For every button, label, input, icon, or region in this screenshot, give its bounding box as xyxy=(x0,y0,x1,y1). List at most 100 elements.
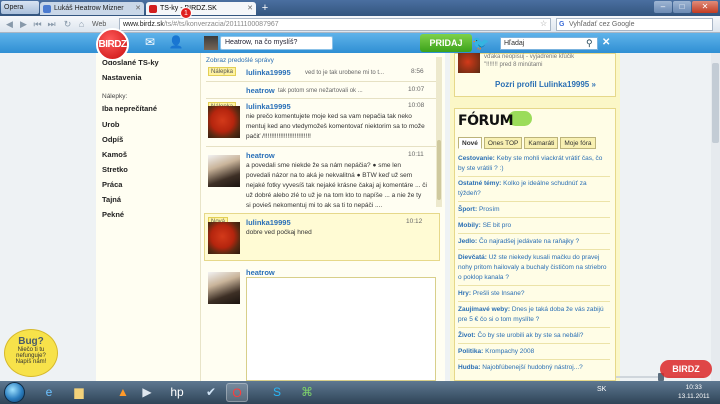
list-item[interactable]: Hudba: Najobľúbenejší hudobný nástroj...… xyxy=(458,363,610,373)
forum-category[interactable]: Cestovanie: xyxy=(458,155,495,162)
list-item[interactable]: Život: Čo by ste urobili ak by ste sa ne… xyxy=(458,331,610,341)
list-item[interactable]: Zaujímavé weby: Dnes je taká doba že vás… xyxy=(458,305,610,325)
bookmark-star-icon[interactable]: ☆ xyxy=(540,19,547,29)
post-button[interactable]: PRIDAJ xyxy=(420,34,472,52)
tools-icon[interactable]: ✔ xyxy=(200,383,222,402)
forum-category[interactable]: Dievčatá: xyxy=(458,254,487,261)
list-item[interactable]: Jedlo: Čo najradšej jedávate na raňajky … xyxy=(458,237,610,247)
browser-tab-active[interactable]: TS-ky - BIRDZ.SK ✕ xyxy=(146,2,256,15)
friends-icon[interactable]: 👤 xyxy=(168,35,184,49)
message-body: dobre ved počkaj hned xyxy=(246,228,312,238)
forum-category[interactable]: Hry: xyxy=(458,290,471,297)
start-button[interactable] xyxy=(4,382,25,403)
sidebar-label-stretko[interactable]: Stretko xyxy=(102,165,128,174)
browser-tab[interactable]: Lukáš Heatrow Mizner ✕ xyxy=(40,2,144,15)
forum-topic[interactable]: Prešli ste Insane? xyxy=(473,290,525,297)
list-item[interactable]: Politika: Krompachy 2008 xyxy=(458,347,610,357)
message-author[interactable]: lulinka19995 xyxy=(246,102,291,111)
forward-icon[interactable]: ▶ xyxy=(18,19,29,30)
clock[interactable]: 10:33 13.11.2011 xyxy=(678,383,710,401)
forum-category[interactable]: Hudba: xyxy=(458,364,480,371)
forum-topic[interactable]: Čo najradšej jedávate na raňajky ? xyxy=(479,238,579,245)
search-icon[interactable]: ⚲ xyxy=(586,37,598,50)
sidebar-label-kamos[interactable]: Kamoš xyxy=(102,150,127,159)
bug-report-bubble[interactable]: Bug? Niečo ti tu nefunguje? Napíš nám! xyxy=(4,329,58,377)
folder-icon[interactable]: ▆ xyxy=(68,383,90,402)
forum-topic[interactable]: Najobľúbenejší hudobný nástroj...? xyxy=(482,364,583,371)
close-icon[interactable]: ✕ xyxy=(602,36,614,50)
tab-moje-fora[interactable]: Moje fóra xyxy=(560,137,596,149)
forum-category[interactable]: Mobily: xyxy=(458,222,481,229)
notification-badge[interactable]: 1 xyxy=(180,7,192,19)
message-author[interactable]: lulinka19995 xyxy=(246,218,291,227)
sidebar-label-tajna[interactable]: Tajná xyxy=(102,195,121,204)
reply-textarea[interactable] xyxy=(246,277,436,381)
message-author[interactable]: lulinka19995 xyxy=(246,68,291,77)
conversation-scroll-thumb[interactable] xyxy=(437,140,441,200)
list-item[interactable]: Mobily: SE bit pro xyxy=(458,221,610,231)
tab-ones-top[interactable]: Ones TOP xyxy=(483,137,523,149)
minimize-icon[interactable]: – xyxy=(654,1,672,13)
profile-thumbnail[interactable] xyxy=(458,53,480,73)
sidebar-label-praca[interactable]: Práca xyxy=(102,180,122,189)
forum-category[interactable]: Zaujímavé weby: xyxy=(458,306,510,313)
status-placeholder: Heatrow, na čo myslíš? xyxy=(225,39,298,46)
address-input[interactable]: www.birdz.sk/ts/#/ts/konverzacia/2011110… xyxy=(119,18,551,31)
forum-category[interactable]: Politika: xyxy=(458,348,483,355)
opera-menu-button[interactable]: Opera xyxy=(1,1,39,14)
avatar[interactable] xyxy=(208,155,240,187)
page-scrollbar[interactable] xyxy=(711,53,720,381)
tab-nove[interactable]: Nové xyxy=(458,137,482,149)
back-icon[interactable]: ◀ xyxy=(4,19,15,30)
forum-topic[interactable]: Prosím xyxy=(479,206,500,213)
forum-category[interactable]: Jedlo: xyxy=(458,238,477,245)
list-item[interactable]: Hry: Prešli ste Insane? xyxy=(458,289,610,299)
vlc-icon[interactable]: ▲ xyxy=(112,383,134,402)
reload-icon[interactable]: ↻ xyxy=(62,19,73,30)
forum-category[interactable]: Šport: xyxy=(458,206,477,213)
tab-close-icon[interactable]: ✕ xyxy=(135,2,141,15)
birdz-logo[interactable]: BIRDZ xyxy=(96,28,129,61)
list-item[interactable]: Šport: Prosím xyxy=(458,205,610,215)
home-icon[interactable]: ⌂ xyxy=(76,19,87,30)
tab-close-icon[interactable]: ✕ xyxy=(247,2,253,15)
new-tab-icon[interactable]: + xyxy=(259,2,271,14)
sidebar-label-unread[interactable]: Iba neprečítané xyxy=(102,104,157,113)
profile-link[interactable]: Pozri profil Lulinka19995 » xyxy=(495,80,596,89)
sidebar-label-odpis[interactable]: Odpíš xyxy=(102,135,123,144)
previous-messages-link[interactable]: Zobraz predošlé správy xyxy=(206,57,274,64)
sidebar-item-settings[interactable]: Nastavenia xyxy=(102,73,142,82)
list-item[interactable]: Cestovanie: Keby ste mohli viackrát vrát… xyxy=(458,154,610,174)
sidebar-label-pekne[interactable]: Pekné xyxy=(102,210,124,219)
message-author[interactable]: heatrow xyxy=(246,86,275,95)
page-scroll-thumb[interactable] xyxy=(712,63,719,143)
mail-icon[interactable]: ✉ xyxy=(142,35,158,49)
rewind-icon[interactable]: ⏮ xyxy=(32,19,43,30)
maximize-icon[interactable]: □ xyxy=(673,1,691,13)
sidebar-label-urob[interactable]: Urob xyxy=(102,120,120,129)
fast-forward-icon[interactable]: ⏭ xyxy=(46,19,57,30)
status-input[interactable]: Heatrow, na čo myslíš? xyxy=(220,36,333,50)
ie-icon[interactable]: e xyxy=(38,383,60,402)
message-author[interactable]: heatrow xyxy=(246,151,275,160)
media-player-icon[interactable]: ▶ xyxy=(136,383,158,402)
list-item[interactable]: Ostatné témy: Kolko je ideálne schudnúť … xyxy=(458,179,610,199)
app-icon[interactable]: ⌘ xyxy=(296,383,318,402)
site-search-input[interactable]: Hľadaj xyxy=(500,37,598,50)
forum-topic[interactable]: Krompachy 2008 xyxy=(485,348,534,355)
window-close-icon[interactable]: ✕ xyxy=(692,1,718,13)
avatar[interactable] xyxy=(208,222,240,254)
google-search-input[interactable]: G Vyhľadať cez Google xyxy=(556,18,713,31)
forum-category[interactable]: Život: xyxy=(458,332,476,339)
list-item[interactable]: Dievčatá: Už ste niekedy kusali mačku do… xyxy=(458,253,610,283)
opera-icon[interactable]: O xyxy=(226,383,248,402)
avatar[interactable] xyxy=(208,106,240,138)
tab-kamarati[interactable]: Kamaráti xyxy=(524,137,559,149)
forum-topic[interactable]: Čo by ste urobili ak by ste sa nebáli? xyxy=(478,332,584,339)
forum-category[interactable]: Ostatné témy: xyxy=(458,180,501,187)
language-indicator[interactable]: SK xyxy=(597,386,606,393)
hp-icon[interactable]: hp xyxy=(166,383,188,402)
reply-author[interactable]: heatrow xyxy=(246,268,275,277)
forum-topic[interactable]: SE bit pro xyxy=(483,222,512,229)
skype-icon[interactable]: S xyxy=(266,383,288,402)
